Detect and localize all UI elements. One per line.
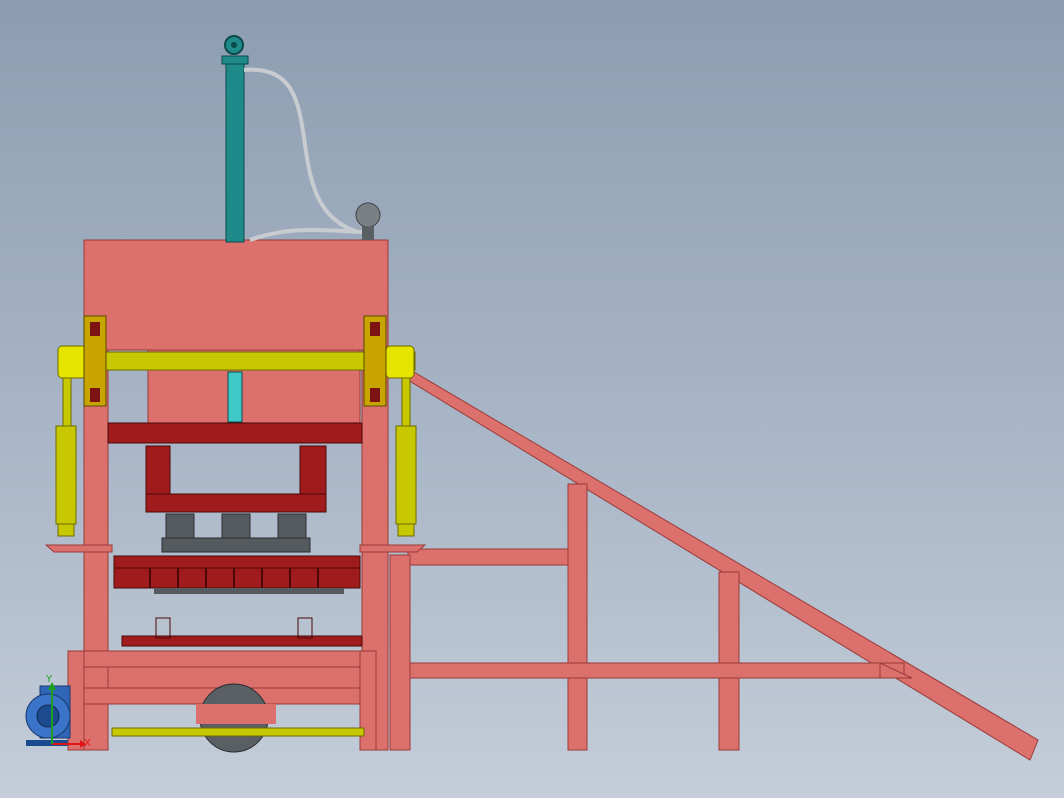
ramp-post-1 [567,483,588,751]
left-table-plate [44,544,113,553]
right-table-plate [359,544,427,553]
mould-base-shadow [154,588,344,594]
pallet-table [121,617,363,647]
bearing-block-left [83,315,107,407]
ramp-rail-upper [407,548,569,566]
hydraulic-cylinder-icon [221,35,249,243]
yellow-base-rail [111,727,365,737]
base-frame-top [67,650,377,668]
axis-x-label: X [84,738,91,749]
hopper-box [83,239,389,351]
ramp-leg [389,554,411,751]
ramp-post-2 [718,571,740,751]
tamper-head [107,422,363,513]
cad-viewport: X Y [0,0,1064,798]
left-guide-cylinder [55,377,77,537]
ramp-rail-lower [407,662,905,679]
pressure-gauge-icon [355,202,381,240]
axis-y-label: Y [45,674,53,685]
vibrator-nozzle [227,371,243,423]
block-machine-drawing: X Y [25,35,1039,761]
hydraulic-hose [243,67,363,242]
bearing-block-right [363,315,387,407]
conveyor-ramp [389,371,1039,761]
pressing-shoes [161,513,311,553]
electric-motor-icon [25,685,71,746]
right-guide-cylinder [395,377,417,537]
